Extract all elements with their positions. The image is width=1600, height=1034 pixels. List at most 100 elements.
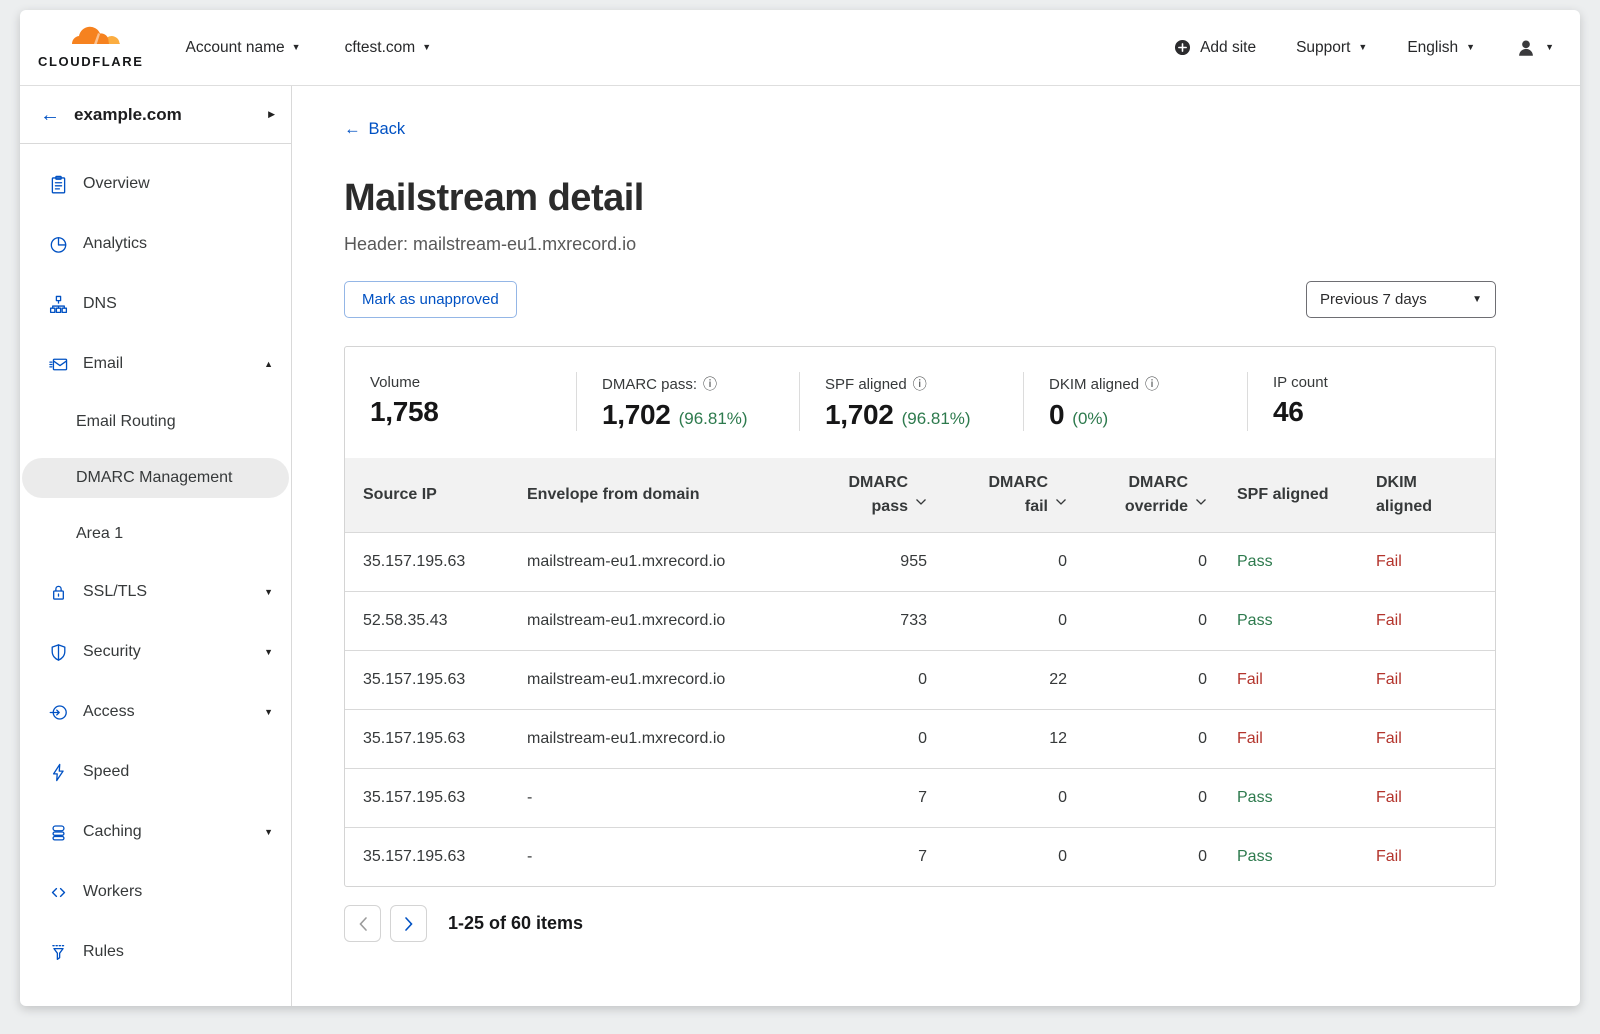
- dmarc-pass-cell: 0: [819, 651, 927, 710]
- envelope-icon: [48, 354, 69, 375]
- chevron-down-icon: ▼: [1472, 295, 1482, 305]
- chevron-right-icon: [404, 916, 414, 932]
- column-spf-aligned: SPF aligned: [1207, 458, 1352, 533]
- dmarc-override-cell: 0: [1067, 769, 1207, 828]
- report-card: Volume 1,758 DMARC pass:ⓘ 1,702(96.81%) …: [344, 346, 1496, 887]
- sort-chevron-icon[interactable]: [1195, 498, 1207, 506]
- add-site-label: Add site: [1200, 39, 1256, 57]
- sidebar-item-caching[interactable]: Caching ▼: [20, 802, 291, 862]
- stat-label: IP count: [1273, 374, 1328, 391]
- info-icon[interactable]: ⓘ: [913, 374, 927, 394]
- sidebar-site-header[interactable]: ← example.com ▶: [20, 86, 291, 144]
- sidebar-item-overview[interactable]: Overview: [20, 154, 291, 214]
- mark-as-unapproved-button[interactable]: Mark as unapproved: [344, 281, 517, 318]
- back-arrow-icon[interactable]: ←: [40, 105, 60, 125]
- next-page-button[interactable]: [390, 905, 427, 942]
- dmarc-fail-cell: 0: [927, 592, 1067, 651]
- date-range-select[interactable]: Previous 7 days ▼: [1306, 281, 1496, 318]
- envelope-cell: mailstream-eu1.mxrecord.io: [527, 710, 819, 769]
- sidebar-item-label: Speed: [83, 763, 129, 781]
- date-range-value: Previous 7 days: [1320, 291, 1427, 308]
- dmarc-pass-cell: 955: [819, 533, 927, 592]
- sidebar-item-email[interactable]: Email ▲: [20, 334, 291, 394]
- table-row: 35.157.195.63 mailstream-eu1.mxrecord.io…: [345, 710, 1495, 769]
- page-title: Mailstream detail: [344, 177, 1496, 220]
- top-nav: CLOUDFLARE Account name ▼ cftest.com ▼ A…: [20, 10, 1580, 86]
- info-icon[interactable]: ⓘ: [703, 374, 717, 394]
- sort-chevron-icon[interactable]: [915, 498, 927, 506]
- dmarc-pass-cell: 7: [819, 828, 927, 887]
- dmarc-pass-cell: 7: [819, 769, 927, 828]
- stat-dmarc-pass: DMARC pass:ⓘ 1,702(96.81%): [576, 372, 799, 431]
- lock-icon: [48, 582, 69, 603]
- stat-percent: (96.81%): [679, 409, 748, 429]
- chevron-down-icon: ▼: [1466, 43, 1475, 52]
- info-icon[interactable]: ⓘ: [1145, 374, 1159, 394]
- account-menu-label: Account name: [186, 39, 285, 57]
- dkim-aligned-cell: Fail: [1352, 710, 1495, 769]
- sidebar-item-security[interactable]: Security ▼: [20, 622, 291, 682]
- cloudflare-logo[interactable]: CLOUDFLARE: [38, 26, 144, 69]
- table-row: 52.58.35.43 mailstream-eu1.mxrecord.io 7…: [345, 592, 1495, 651]
- sort-chevron-icon[interactable]: [1055, 498, 1067, 506]
- sidebar-item-analytics[interactable]: Analytics: [20, 214, 291, 274]
- dkim-aligned-cell: Fail: [1352, 533, 1495, 592]
- sidebar-item-workers[interactable]: Workers: [20, 862, 291, 922]
- user-menu[interactable]: ▼: [1515, 37, 1554, 59]
- sidebar-item-label: Email: [83, 355, 123, 373]
- column-dmarc-pass[interactable]: DMARC pass: [819, 458, 927, 533]
- stat-ip-count: IP count 46: [1247, 372, 1495, 431]
- envelope-cell: -: [527, 769, 819, 828]
- table-row: 35.157.195.63 - 7 0 0 Pass Fail: [345, 769, 1495, 828]
- sidebar-item-access[interactable]: Access ▼: [20, 682, 291, 742]
- sidebar-item-area-1[interactable]: Area 1: [20, 506, 291, 562]
- sidebar-item-rules[interactable]: Rules: [20, 922, 291, 982]
- sidebar-item-speed[interactable]: Speed: [20, 742, 291, 802]
- chevron-right-icon[interactable]: ▶: [268, 109, 275, 120]
- column-dmarc-fail[interactable]: DMARC fail: [927, 458, 1067, 533]
- table-row: 35.157.195.63 mailstream-eu1.mxrecord.io…: [345, 533, 1495, 592]
- column-label: DMARC pass: [846, 471, 908, 519]
- column-dmarc-override[interactable]: DMARC override: [1067, 458, 1207, 533]
- envelope-cell: mailstream-eu1.mxrecord.io: [527, 533, 819, 592]
- column-label: DMARC override: [1108, 471, 1188, 519]
- sidebar-item-dns[interactable]: DNS: [20, 274, 291, 334]
- spf-aligned-cell: Pass: [1207, 533, 1352, 592]
- sidebar-item-label: Area 1: [76, 525, 123, 543]
- stat-label: DKIM aligned: [1049, 376, 1139, 393]
- cloudflare-cloud-icon: [62, 26, 120, 53]
- stat-spf-aligned: SPF alignedⓘ 1,702(96.81%): [799, 372, 1023, 431]
- plus-circle-icon: [1173, 38, 1192, 57]
- stat-label: DMARC pass:: [602, 376, 697, 393]
- sidebar-item-label: DNS: [83, 295, 117, 313]
- back-arrow-icon: ←: [344, 120, 361, 139]
- sidebar-item-label: DMARC Management: [76, 469, 233, 487]
- table-body: 35.157.195.63 mailstream-eu1.mxrecord.io…: [345, 533, 1495, 887]
- site-menu[interactable]: cftest.com ▼: [345, 39, 432, 57]
- lightning-bolt-icon: [48, 762, 69, 783]
- envelope-cell: mailstream-eu1.mxrecord.io: [527, 592, 819, 651]
- cache-layers-icon: [48, 822, 69, 843]
- sidebar-item-ssl-tls[interactable]: SSL/TLS ▼: [20, 562, 291, 622]
- spf-aligned-cell: Fail: [1207, 651, 1352, 710]
- pagination-label: 1-25 of 60 items: [448, 913, 583, 934]
- column-label: DKIM aligned: [1376, 471, 1438, 519]
- sidebar-item-dmarc-management[interactable]: DMARC Management: [20, 450, 291, 506]
- app-window: CLOUDFLARE Account name ▼ cftest.com ▼ A…: [20, 10, 1580, 1006]
- back-link[interactable]: ← Back: [344, 120, 405, 139]
- stat-value: 46: [1273, 396, 1304, 428]
- previous-page-button[interactable]: [344, 905, 381, 942]
- account-menu[interactable]: Account name ▼: [186, 39, 301, 57]
- chevron-down-icon: ▼: [264, 587, 273, 597]
- user-icon: [1515, 37, 1537, 59]
- chevron-down-icon: ▼: [264, 827, 273, 837]
- chevron-down-icon: ▼: [264, 647, 273, 657]
- stat-value: 1,758: [370, 396, 439, 428]
- source-ip-cell: 35.157.195.63: [345, 533, 527, 592]
- sidebar-item-email-routing[interactable]: Email Routing: [20, 394, 291, 450]
- support-label: Support: [1296, 39, 1350, 57]
- add-site-button[interactable]: Add site: [1173, 38, 1256, 57]
- stat-dkim-aligned: DKIM alignedⓘ 0(0%): [1023, 372, 1247, 431]
- language-menu[interactable]: English ▼: [1407, 39, 1475, 57]
- support-menu[interactable]: Support ▼: [1296, 39, 1367, 57]
